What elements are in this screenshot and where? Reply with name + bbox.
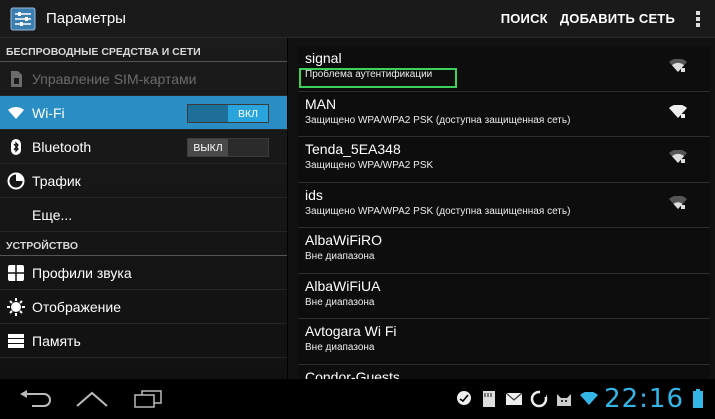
cat-icon (553, 388, 575, 410)
network-ssid: MAN (305, 95, 337, 112)
recent-apps-button[interactable] (120, 379, 176, 419)
display-icon (6, 297, 26, 317)
settings-sidebar: БЕСПРОВОДНЫЕ СРЕДСТВА И СЕТИ Управление … (0, 38, 287, 379)
network-item-signal[interactable]: signal Проблема аутентификации (298, 46, 710, 92)
settings-app-icon[interactable] (8, 5, 38, 33)
section-header-wireless: БЕСПРОВОДНЫЕ СРЕДСТВА И СЕТИ (0, 38, 287, 62)
network-ssid: Avtogara Wi Fi (305, 323, 397, 339)
sync-icon (528, 388, 550, 410)
action-bar: Параметры ПОИСК ДОБАВИТЬ СЕТЬ (0, 0, 715, 38)
network-ssid: AlbaWiFiRO (305, 232, 383, 248)
network-status: Вне диапазона (305, 342, 375, 353)
wifi-signal-icon (669, 104, 687, 118)
auth-problem-highlight (299, 68, 457, 88)
chat-icon (453, 388, 475, 410)
system-bar: 22:16 (0, 379, 715, 419)
network-ssid: ids (305, 186, 323, 203)
sidebar-item-label: Еще... (32, 206, 73, 223)
sidebar-item-sound[interactable]: Профили звука (0, 256, 287, 290)
data-usage-icon (6, 171, 26, 191)
sidebar-item-sim: Управление SIM-картами (0, 62, 287, 96)
add-network-button[interactable]: ДОБАВИТЬ СЕТЬ (554, 11, 681, 26)
wifi-signal-icon (669, 150, 687, 163)
wifi-toggle[interactable]: ВКЛ (187, 104, 269, 123)
network-ssid: signal (305, 50, 342, 66)
toggle-label: ВЫКЛ (188, 139, 228, 156)
sidebar-item-more[interactable]: Еще... (0, 198, 287, 232)
sidebar-item-storage[interactable]: Память (0, 324, 287, 358)
network-item-albawifiua[interactable]: AlbaWiFiUA Вне диапазона (298, 274, 710, 319)
network-item-avtogara[interactable]: Avtogara Wi Fi Вне диапазона (298, 319, 710, 365)
wifi-signal-icon (669, 59, 687, 72)
bluetooth-toggle[interactable]: ВЫКЛ (187, 138, 269, 157)
page-title: Параметры (46, 10, 126, 27)
sidebar-item-data-usage[interactable]: Трафик (0, 164, 287, 198)
search-button[interactable]: ПОИСК (495, 11, 554, 26)
back-button[interactable] (8, 379, 64, 419)
network-status: Защищено WPA/WPA2 PSK (доступна защищенн… (305, 205, 571, 217)
sidebar-item-label: Управление SIM-картами (32, 70, 197, 87)
network-item-albawifiro[interactable]: AlbaWiFiRO Вне диапазона (298, 228, 710, 274)
network-ssid: Condor-Guests (305, 368, 400, 380)
sidebar-item-label: Отображение (32, 298, 122, 315)
sim-card-icon (6, 69, 26, 89)
network-item-ids[interactable]: ids Защищено WPA/WPA2 PSK (доступна защи… (298, 183, 710, 228)
battery-icon (687, 388, 709, 410)
network-ssid: AlbaWiFiUA (305, 277, 381, 294)
notification-tray[interactable]: 22:16 (450, 384, 715, 414)
home-button[interactable] (64, 379, 120, 419)
network-status: Вне диапазона (305, 251, 375, 262)
mail-icon (503, 388, 525, 410)
bluetooth-icon (6, 137, 26, 157)
sidebar-item-label: Wi-Fi (32, 104, 65, 121)
storage-icon (6, 331, 26, 351)
overflow-menu-icon[interactable] (681, 0, 715, 37)
toggle-label: ВКЛ (228, 105, 268, 122)
clock: 22:16 (604, 384, 684, 414)
sidebar-item-label: Трафик (32, 172, 81, 189)
wifi-icon (6, 103, 26, 123)
wifi-status-icon (578, 388, 600, 410)
wifi-signal-icon (669, 195, 687, 209)
network-list: signal Проблема аутентификации MAN Защищ… (298, 46, 710, 379)
wifi-networks-panel: signal Проблема аутентификации MAN Защищ… (288, 38, 715, 379)
sidebar-item-label: Профили звука (32, 264, 132, 281)
network-status: Защищено WPA/WPA2 PSK (доступна защищенн… (305, 114, 571, 126)
sd-card-icon (478, 388, 500, 410)
sidebar-item-display[interactable]: Отображение (0, 290, 287, 324)
section-header-device: УСТРОЙСТВО (0, 232, 287, 256)
sidebar-item-bluetooth[interactable]: Bluetooth ВЫКЛ (0, 130, 287, 164)
sidebar-item-wifi[interactable]: Wi-Fi ВКЛ (0, 96, 287, 130)
network-item-condor[interactable]: Condor-Guests (298, 365, 710, 380)
network-status: Вне диапазона (305, 296, 375, 308)
network-status: Защищено WPA/WPA2 PSK (305, 160, 434, 171)
sidebar-item-label: Память (32, 332, 81, 349)
network-ssid: Tenda_5EA348 (305, 141, 401, 157)
network-item-tenda[interactable]: Tenda_5EA348 Защищено WPA/WPA2 PSK (298, 137, 710, 183)
network-item-man[interactable]: MAN Защищено WPA/WPA2 PSK (доступна защи… (298, 92, 710, 137)
sidebar-item-label: Bluetooth (32, 138, 92, 155)
sound-icon (6, 263, 26, 283)
